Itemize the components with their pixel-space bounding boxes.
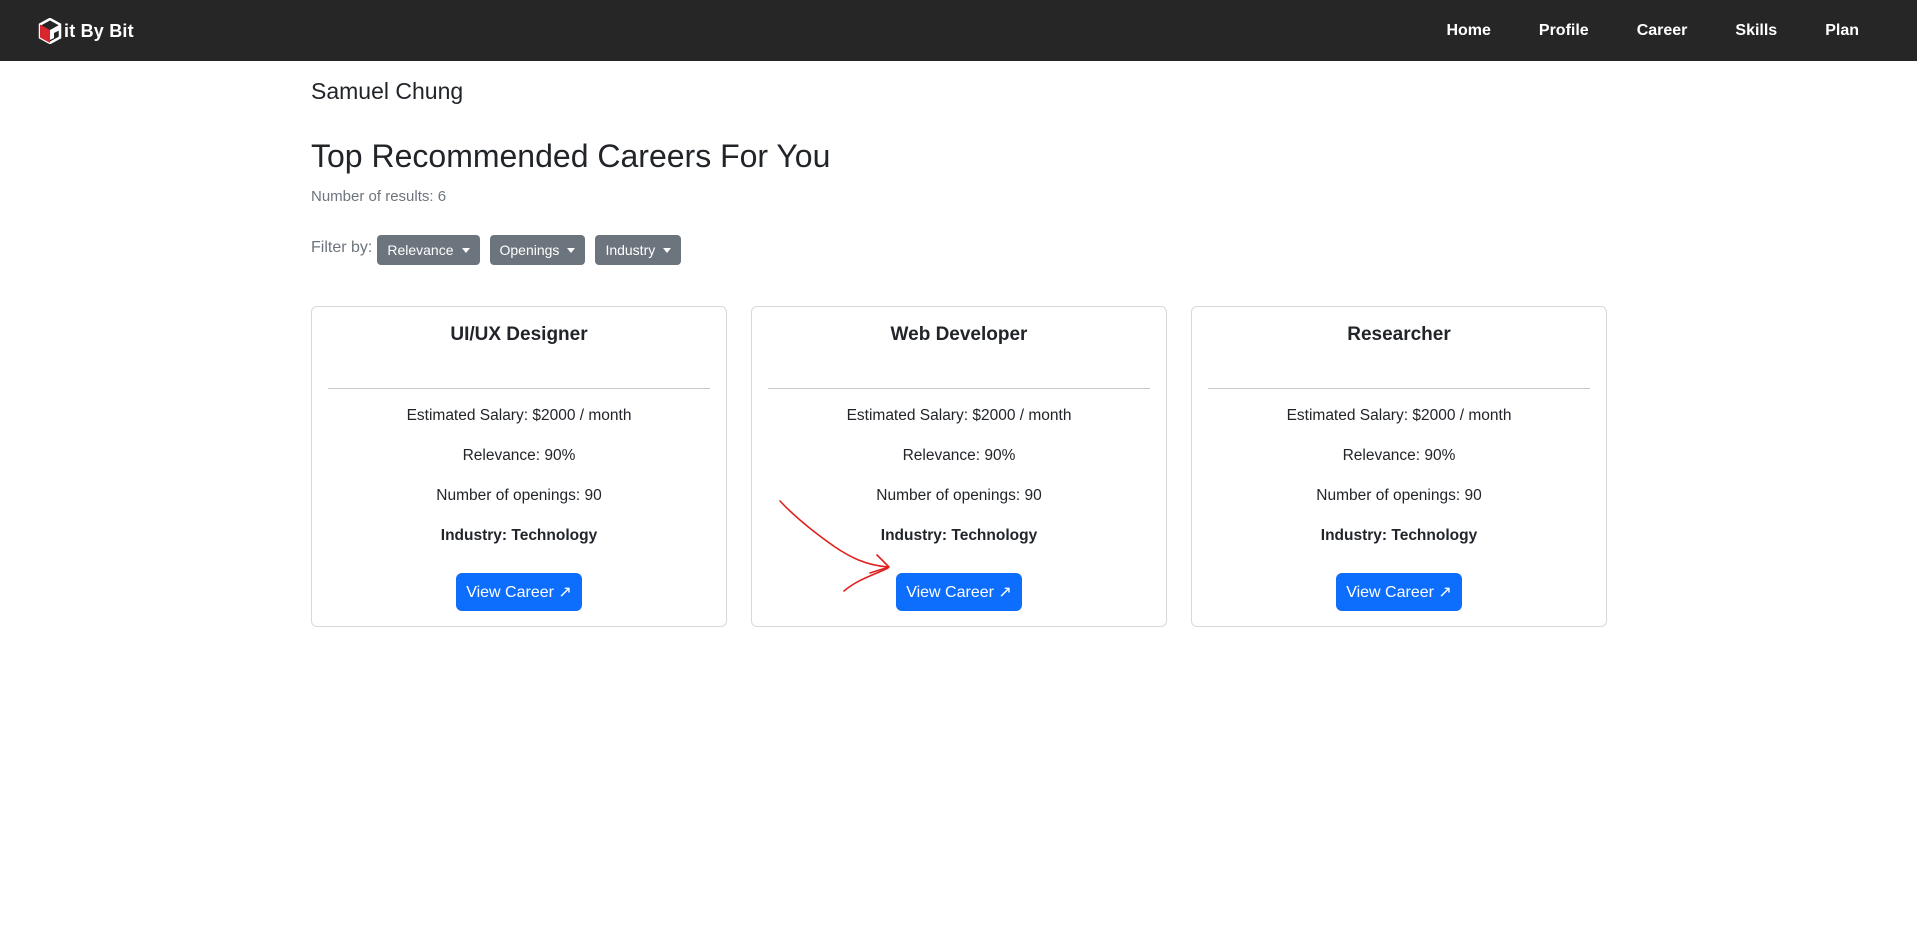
result-count-value: 6: [437, 188, 447, 205]
brand[interactable]: it By Bit: [38, 17, 134, 45]
nav-links: Home Profile Career Skills Plan: [1446, 0, 1859, 61]
nav-link-skills[interactable]: Skills: [1735, 22, 1777, 40]
career-title: Web Developer: [890, 324, 1028, 345]
top-navbar: it By Bit Home Profile Career Skills Pla…: [0, 0, 1917, 61]
view-career-button[interactable]: View Career ↗: [1336, 573, 1462, 611]
career-relevance: Relevance: 90%: [1342, 447, 1456, 464]
result-count: Number of results: 6: [311, 188, 446, 205]
nav-link-profile[interactable]: Profile: [1539, 22, 1589, 40]
career-industry: Industry: Technology: [880, 527, 1038, 544]
career-relevance: Relevance: 90%: [902, 447, 1016, 464]
filter-relevance-dropdown[interactable]: Relevance: [377, 235, 480, 265]
user-name: Samuel Chung: [311, 78, 464, 104]
nav-link-plan[interactable]: Plan: [1825, 22, 1859, 40]
filter-relevance-label: Relevance: [387, 242, 454, 258]
career-openings: Number of openings: 90: [436, 487, 602, 504]
career-salary: Estimated Salary: $2000 / month: [846, 407, 1072, 424]
caret-down-icon: [567, 247, 576, 253]
view-career-button[interactable]: View Career ↗: [456, 573, 582, 611]
career-title: Researcher: [1347, 324, 1451, 345]
career-card: Researcher Estimated Salary: $2000 / mon…: [1191, 306, 1607, 627]
page-title: Top Recommended Careers For You: [311, 138, 831, 174]
career-card: Web Developer Estimated Salary: $2000 / …: [751, 306, 1167, 627]
career-salary: Estimated Salary: $2000 / month: [1286, 407, 1512, 424]
caret-down-icon: [461, 247, 470, 253]
bit-by-bit-logo-icon: [38, 18, 62, 44]
career-card: UI/UX Designer Estimated Salary: $2000 /…: [311, 306, 727, 627]
nav-link-career[interactable]: Career: [1637, 22, 1688, 40]
career-industry: Industry: Technology: [440, 527, 598, 544]
filter-row: Filter by: Relevance Openings Industry: [311, 235, 691, 265]
filter-industry-dropdown[interactable]: Industry: [595, 235, 682, 265]
career-openings: Number of openings: 90: [1316, 487, 1482, 504]
view-career-button[interactable]: View Career ↗: [896, 573, 1022, 611]
brand-name: it By Bit: [64, 20, 134, 41]
career-title: UI/UX Designer: [450, 324, 588, 345]
filter-label: Filter by:: [311, 239, 373, 256]
career-salary: Estimated Salary: $2000 / month: [406, 407, 632, 424]
career-industry: Industry: Technology: [1320, 527, 1478, 544]
filter-industry-label: Industry: [605, 242, 656, 258]
nav-link-home[interactable]: Home: [1446, 22, 1490, 40]
card-divider: [768, 388, 1150, 389]
card-divider: [328, 388, 710, 389]
filter-openings-label: Openings: [499, 242, 560, 258]
filter-openings-dropdown[interactable]: Openings: [489, 235, 586, 265]
caret-down-icon: [663, 247, 672, 253]
card-divider: [1208, 388, 1590, 389]
career-relevance: Relevance: 90%: [462, 447, 576, 464]
career-openings: Number of openings: 90: [876, 487, 1042, 504]
result-count-label: Number of results:: [311, 188, 434, 205]
